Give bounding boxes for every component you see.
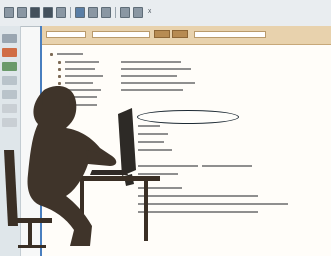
detail-row	[138, 131, 168, 137]
sidebar-item[interactable]	[2, 34, 17, 43]
tree-row[interactable]	[58, 80, 195, 86]
folder-icon	[50, 103, 53, 107]
row-text	[65, 68, 95, 70]
row-text	[65, 96, 97, 98]
mail-icon[interactable]	[120, 6, 130, 18]
row-text	[138, 187, 182, 189]
row-text	[138, 141, 164, 143]
detail-row	[138, 201, 288, 207]
tree-row[interactable]	[58, 66, 191, 72]
tree-row[interactable]	[50, 51, 83, 57]
detail-row	[138, 163, 252, 169]
toolbar-label: X	[148, 9, 152, 15]
folder-icon	[50, 52, 53, 56]
row-text	[65, 61, 99, 63]
item-icon	[58, 67, 61, 71]
forward-icon[interactable]	[17, 6, 27, 18]
left-sidebar	[0, 26, 21, 256]
refresh-icon[interactable]	[43, 6, 53, 18]
row-text	[65, 75, 103, 77]
row-value	[121, 68, 191, 70]
toolbar-separator	[115, 6, 116, 18]
sidebar-item[interactable]	[2, 48, 17, 57]
row-value	[121, 75, 177, 77]
tree-row[interactable]	[50, 102, 97, 108]
print-icon[interactable]	[133, 6, 143, 18]
sidebar-item[interactable]	[2, 104, 17, 113]
detail-row	[138, 185, 182, 191]
detail-row	[138, 171, 178, 177]
row-text	[138, 195, 258, 197]
detail-row	[138, 193, 258, 199]
item-icon	[58, 95, 61, 99]
toolbar-buttons: X	[4, 5, 151, 19]
sidebar-item[interactable]	[2, 118, 17, 127]
row-value	[121, 89, 183, 91]
sidebar-item[interactable]	[2, 76, 17, 85]
history-icon[interactable]	[101, 6, 111, 18]
row-text	[138, 133, 168, 135]
home-icon[interactable]	[56, 6, 66, 18]
tree-row[interactable]	[58, 73, 177, 79]
detail-row	[138, 209, 258, 215]
item-icon	[58, 74, 61, 78]
detail-row	[138, 123, 160, 129]
row-text	[138, 165, 198, 167]
row-text	[138, 125, 160, 127]
row-value	[121, 82, 195, 84]
panel-header	[42, 26, 331, 45]
tree-row[interactable]	[58, 87, 183, 93]
header-field[interactable]	[92, 31, 150, 38]
screenshot-frame: X	[0, 0, 331, 256]
row-text	[57, 104, 97, 106]
sidebar-item[interactable]	[2, 62, 17, 71]
item-icon	[58, 88, 61, 92]
browser-toolbar: X	[0, 0, 331, 27]
row-text	[138, 149, 172, 151]
row-text	[138, 211, 258, 213]
row-text	[138, 203, 288, 205]
row-text	[65, 89, 101, 91]
content-area	[42, 45, 331, 256]
sidebar-item[interactable]	[2, 90, 17, 99]
favorites-icon[interactable]	[88, 6, 98, 18]
tree-row[interactable]	[58, 94, 97, 100]
search-icon[interactable]	[75, 6, 85, 18]
row-text	[57, 53, 83, 55]
header-button[interactable]	[172, 30, 188, 38]
highlight-ellipse	[137, 110, 239, 124]
row-text	[138, 173, 178, 175]
row-text	[65, 82, 93, 84]
detail-row	[138, 147, 172, 153]
header-field[interactable]	[46, 31, 86, 38]
item-icon	[58, 60, 61, 64]
row-value	[121, 61, 181, 63]
item-icon	[58, 81, 61, 85]
back-icon[interactable]	[4, 6, 14, 18]
detail-row	[138, 139, 164, 145]
main-panel	[42, 26, 331, 256]
header-field[interactable]	[194, 31, 266, 38]
header-button[interactable]	[154, 30, 170, 38]
tree-row[interactable]	[58, 59, 181, 65]
row-value	[202, 165, 252, 167]
toolbar-separator	[70, 6, 71, 18]
stop-icon[interactable]	[30, 6, 40, 18]
